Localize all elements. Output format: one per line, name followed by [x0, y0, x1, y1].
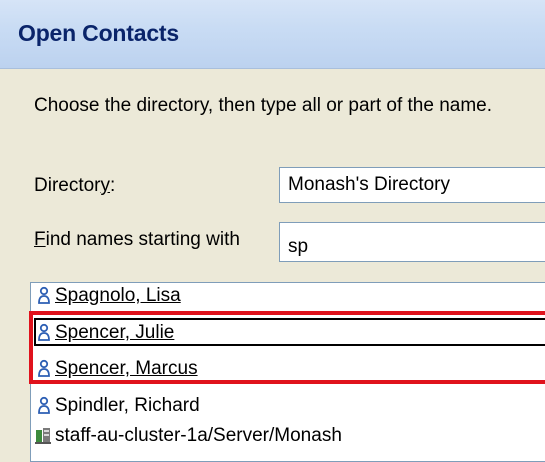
find-label-text: ind names starting with — [45, 229, 240, 250]
person-icon — [38, 323, 50, 341]
find-names-input[interactable] — [279, 222, 545, 262]
results-list[interactable]: Spagnolo, Lisa Spencer, Julie Spencer, M… — [30, 282, 545, 462]
find-names-label: Find names starting with — [34, 229, 240, 251]
person-icon — [38, 286, 50, 304]
directory-label-prefix: Director — [34, 175, 101, 196]
server-icon — [35, 428, 51, 444]
dialog-title: Open Contacts — [18, 20, 179, 46]
list-item[interactable]: staff-au-cluster-1a/Server/Monash — [31, 424, 545, 448]
list-item-name: Spencer, Marcus — [55, 358, 198, 379]
person-icon — [38, 396, 50, 414]
person-icon — [38, 359, 50, 377]
find-label-mnemonic: F — [34, 229, 46, 250]
list-item[interactable]: Spencer, Marcus — [31, 357, 545, 381]
instructions-text: Choose the directory, then type all or p… — [34, 95, 493, 116]
dialog-titlebar: Open Contacts — [0, 0, 545, 69]
directory-field[interactable]: Monash's Directory — [279, 167, 545, 203]
list-item[interactable]: Spagnolo, Lisa — [31, 284, 545, 308]
list-item-name: Spencer, Julie — [55, 322, 175, 343]
directory-label-mnemonic: y — [100, 175, 111, 196]
directory-label-suffix: : — [110, 175, 116, 196]
directory-label: Directory: — [34, 175, 115, 197]
list-item-name: Spagnolo, Lisa — [55, 285, 181, 306]
list-item-name: staff-au-cluster-1a/Server/Monash — [55, 425, 342, 446]
list-item-name: Spindler, Richard — [55, 395, 200, 416]
list-item[interactable]: Spindler, Richard — [31, 394, 545, 418]
list-item[interactable]: Spencer, Julie — [31, 321, 545, 345]
